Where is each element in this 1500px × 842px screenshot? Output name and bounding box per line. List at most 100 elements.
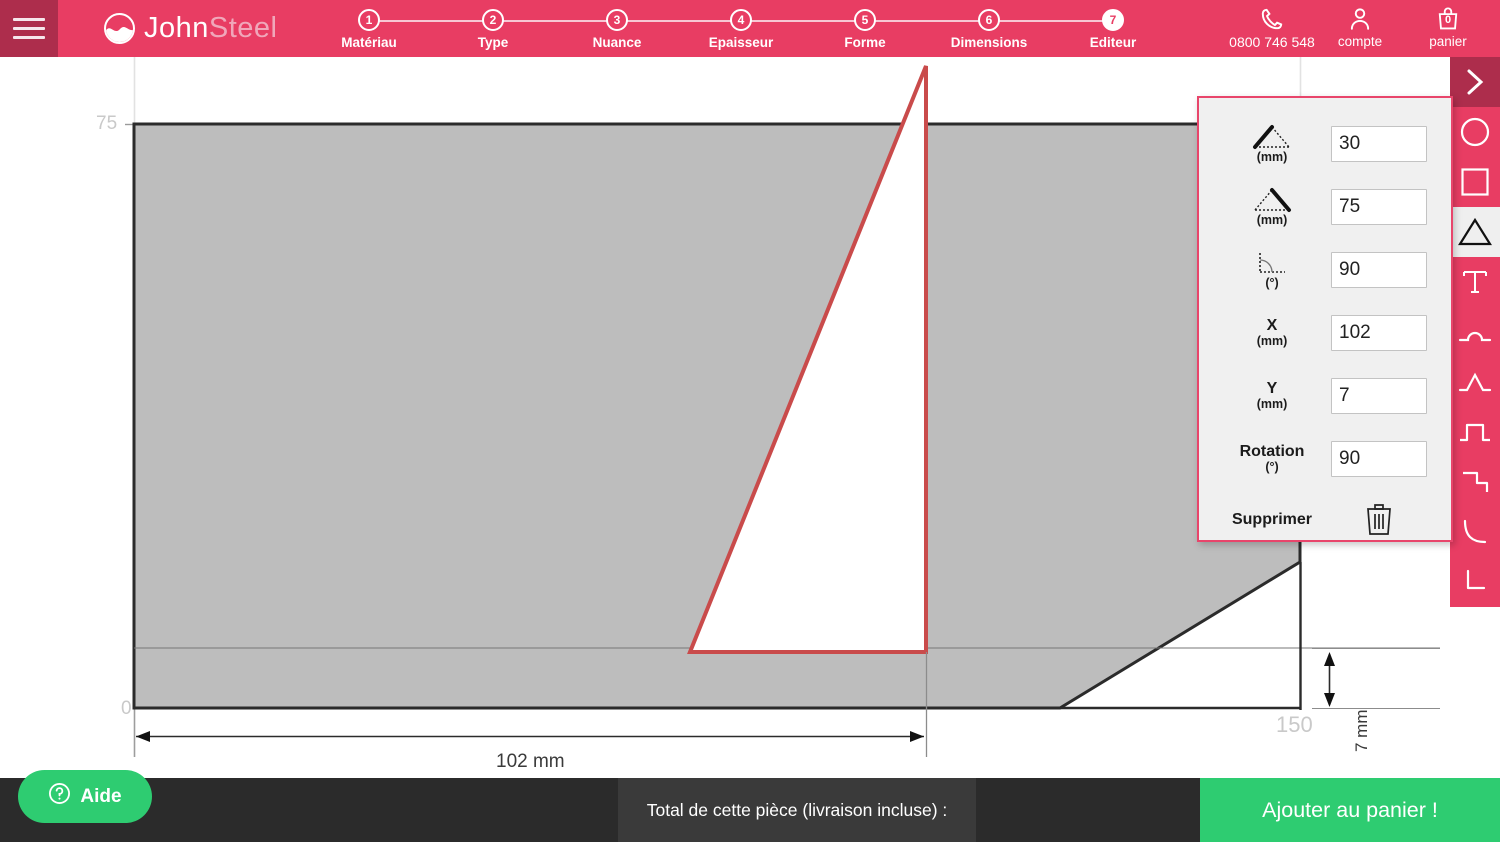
header-actions: 0800 746 548 compte 0 panier	[1228, 3, 1492, 55]
tool-step[interactable]	[1450, 457, 1500, 507]
circle-icon	[1459, 116, 1491, 148]
top-header: JohnSteel 1 Matériau 2 Type 3 Nuance 4 Epaisseu…	[0, 0, 1500, 57]
cart-action[interactable]: 0 panier	[1404, 3, 1492, 49]
property-label: Rotation (°)	[1213, 443, 1331, 474]
brand-part-1: John	[144, 11, 209, 44]
chevron-right-icon	[1462, 67, 1488, 97]
account-label: compte	[1337, 34, 1383, 49]
axis-label-origin: 0	[121, 698, 132, 719]
dimension-arrow-right	[910, 731, 924, 742]
tool-square-notch[interactable]	[1450, 407, 1500, 457]
triangle-side-b-input[interactable]	[1331, 188, 1427, 225]
brand-wordmark: JohnSteel	[144, 12, 278, 45]
property-name: Rotation	[1239, 443, 1305, 460]
square-icon	[1459, 166, 1491, 198]
step-number: 7	[1102, 9, 1124, 31]
square-notch-icon	[1458, 421, 1492, 443]
property-unit: (mm)	[1256, 397, 1288, 411]
rounded-corner-icon	[1460, 518, 1490, 546]
property-label: Y (mm)	[1213, 380, 1331, 411]
step-number: 2	[482, 9, 504, 31]
step-dimensions[interactable]: 6 Dimensions	[937, 4, 1041, 50]
hamburger-bar	[13, 27, 45, 30]
triangle-angle-input[interactable]	[1331, 251, 1427, 288]
step-progress: 1 Matériau 2 Type 3 Nuance 4 Epaisseur 5 Forme 6 Di…	[333, 4, 1153, 57]
delete-label-wrap: Supprimer	[1213, 511, 1331, 528]
corner-icon	[1461, 568, 1489, 596]
phone-icon	[1228, 5, 1316, 33]
brand-logo[interactable]: JohnSteel	[104, 8, 278, 48]
step-number: 4	[730, 9, 752, 31]
hamburger-icon[interactable]	[0, 0, 58, 57]
rotation-input[interactable]	[1331, 440, 1427, 477]
property-label: (mm)	[1213, 187, 1331, 227]
dimension-offset-label: 7 mm	[1352, 709, 1371, 753]
pos-x-input[interactable]	[1331, 314, 1427, 351]
tool-round-corner[interactable]	[1450, 507, 1500, 557]
step-editeur[interactable]: 7 Editeur	[1061, 4, 1165, 50]
account-action[interactable]: compte	[1316, 3, 1404, 49]
property-row-triangle-angle: (°)	[1199, 238, 1451, 301]
dimension-arrow-down	[1324, 693, 1335, 707]
step-label: Forme	[844, 35, 886, 50]
dimension-arrow-up	[1324, 652, 1335, 666]
cart-label: panier	[1429, 34, 1467, 49]
step-label: Dimensions	[950, 35, 1028, 50]
tool-triangle[interactable]	[1450, 207, 1500, 257]
help-label: Aide	[80, 785, 122, 807]
axis-label-y-top: 75	[96, 113, 118, 134]
property-unit: (°)	[1265, 460, 1279, 474]
step-label: Matériau	[341, 35, 397, 50]
property-row-pos-x: X (mm)	[1199, 301, 1451, 364]
property-row-rotation: Rotation (°)	[1199, 427, 1451, 490]
total-price-box: Total de cette pièce (livraison incluse)…	[618, 778, 976, 842]
step-mat-riau[interactable]: 1 Matériau	[317, 4, 421, 50]
axis-label-x-right: 150	[1276, 712, 1313, 737]
property-row-pos-y: Y (mm)	[1199, 364, 1451, 427]
step-label: Editeur	[1089, 35, 1137, 50]
tool-arc-bump[interactable]	[1450, 307, 1500, 357]
pos-y-input[interactable]	[1331, 377, 1427, 414]
step-number: 5	[854, 9, 876, 31]
question-circle-icon	[48, 782, 71, 811]
arc-bump-icon	[1458, 320, 1492, 344]
step-forme[interactable]: 5 Forme	[813, 4, 917, 50]
property-row-triangle-side-b: (mm)	[1199, 175, 1451, 238]
dimension-arrow-left	[136, 731, 150, 742]
total-label: Total de cette pièce (livraison incluse)…	[646, 799, 948, 820]
text-t-icon	[1460, 267, 1490, 297]
property-row-triangle-side-a: (mm)	[1199, 112, 1451, 175]
delete-label: Supprimer	[1231, 510, 1312, 528]
add-to-cart-button[interactable]: Ajouter au panier !	[1200, 778, 1500, 842]
tool-chevron-notch[interactable]	[1450, 357, 1500, 407]
trash-icon[interactable]	[1331, 502, 1427, 536]
cart-count: 0	[1444, 14, 1452, 26]
step-label: Nuance	[592, 35, 642, 50]
delete-shape-row[interactable]: Supprimer	[1199, 490, 1451, 548]
property-name: Y	[1266, 380, 1278, 397]
triangle-side-left-icon	[1252, 124, 1292, 150]
step-number: 3	[606, 9, 628, 31]
shape-properties-panel: (mm)(mm)(°)X(mm)Y(mm)Rotation(°)Supprime…	[1197, 96, 1453, 542]
property-label: (°)	[1213, 250, 1331, 290]
phone-action[interactable]: 0800 746 548	[1228, 3, 1316, 50]
help-button[interactable]: Aide	[18, 770, 152, 823]
tool-square[interactable]	[1450, 157, 1500, 207]
step-type[interactable]: 2 Type	[441, 4, 545, 50]
property-unit: (mm)	[1256, 149, 1288, 164]
triangle-side-a-input[interactable]	[1331, 125, 1427, 162]
tool-text[interactable]	[1450, 257, 1500, 307]
step-epaisseur[interactable]: 4 Epaisseur	[689, 4, 793, 50]
dimension-width-label: 102 mm	[496, 751, 565, 772]
hamburger-bar	[13, 36, 45, 39]
property-name: X	[1266, 317, 1278, 334]
app-root: JohnSteel 1 Matériau 2 Type 3 Nuance 4 Epaisseu…	[0, 0, 1500, 842]
step-nuance[interactable]: 3 Nuance	[565, 4, 669, 50]
wave-logo-icon	[104, 12, 135, 44]
collapse-panel[interactable]	[1450, 57, 1500, 107]
tool-circle[interactable]	[1450, 107, 1500, 157]
step-label: Type	[477, 35, 509, 50]
property-unit: (mm)	[1256, 334, 1288, 348]
tool-corner[interactable]	[1450, 557, 1500, 607]
step-number: 1	[358, 9, 380, 31]
